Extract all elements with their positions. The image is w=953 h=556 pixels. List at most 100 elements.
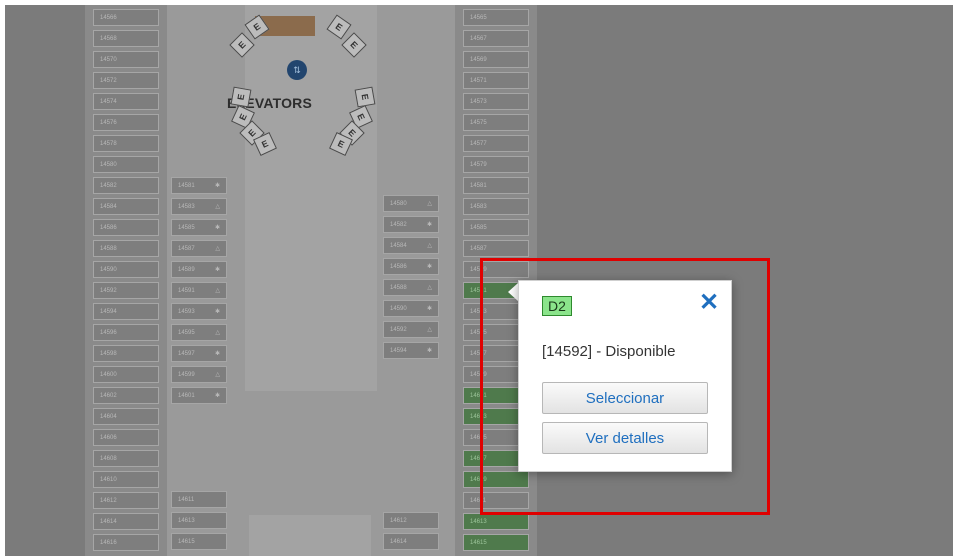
parking-stall[interactable]: 14592 <box>93 282 159 299</box>
parking-stall[interactable]: 14582 ✱ <box>383 216 439 233</box>
parking-stall[interactable]: 14610 <box>93 471 159 488</box>
stall-number: 14600 <box>100 371 117 378</box>
parking-stall[interactable]: 14600 <box>93 366 159 383</box>
parking-stall[interactable]: 14592 △ <box>383 321 439 338</box>
parking-stall[interactable]: 14595 △ <box>171 324 227 341</box>
parking-stall[interactable]: 14590 <box>93 261 159 278</box>
parking-stall[interactable]: 14565 <box>463 9 529 26</box>
parking-stall[interactable]: 14585 <box>463 219 529 236</box>
parking-stall[interactable]: 14604 <box>93 408 159 425</box>
parking-stall[interactable]: 14613 <box>463 513 529 530</box>
stall-type-icon: △ <box>427 243 432 249</box>
stall-type-icon: △ <box>427 327 432 333</box>
parking-stall[interactable]: 14598 <box>93 345 159 362</box>
parking-stall[interactable]: 14581 <box>463 177 529 194</box>
stall-number: 14573 <box>470 98 487 105</box>
parking-stall[interactable]: 14594 ✱ <box>383 342 439 359</box>
parking-stall[interactable]: 14574 <box>93 93 159 110</box>
stall-type-icon: ✱ <box>214 351 220 357</box>
stall-number: 14593 <box>178 308 195 315</box>
parking-stall[interactable]: 14573 <box>463 93 529 110</box>
parking-stall[interactable]: 14582 <box>93 177 159 194</box>
parking-stall[interactable]: 14613 <box>171 512 227 529</box>
parking-stall[interactable]: 14581 ✱ <box>171 177 227 194</box>
parking-stall[interactable]: 14615 <box>463 534 529 551</box>
parking-stall[interactable]: 14579 <box>463 156 529 173</box>
select-button[interactable]: Seleccionar <box>542 382 708 414</box>
parking-stall[interactable]: 14597 ✱ <box>171 345 227 362</box>
stall-type-icon: △ <box>215 372 220 378</box>
parking-stall[interactable]: 14612 <box>383 512 439 529</box>
parking-stall[interactable]: 14602 <box>93 387 159 404</box>
details-button[interactable]: Ver detalles <box>542 422 708 454</box>
parking-stall[interactable]: 14568 <box>93 30 159 47</box>
stall-number: 14579 <box>470 161 487 168</box>
parking-stall[interactable]: 14575 <box>463 114 529 131</box>
stall-number: 14580 <box>390 200 407 207</box>
parking-stall[interactable]: 14611 <box>171 491 227 508</box>
stall-type-icon: ✱ <box>214 225 220 231</box>
parking-stall[interactable]: 14588 <box>93 240 159 257</box>
parking-stall[interactable]: 14593 ✱ <box>171 303 227 320</box>
parking-stall[interactable]: 14570 <box>93 51 159 68</box>
parking-stall[interactable]: 14601 ✱ <box>171 387 227 404</box>
parking-stall[interactable]: 14567 <box>463 30 529 47</box>
stall-number: 14592 <box>390 326 407 333</box>
floor-map[interactable]: 14566 14568 14570 14572 14574 14576 14578 14580… <box>5 5 953 556</box>
parking-stall[interactable]: 14594 <box>93 303 159 320</box>
parking-stall[interactable]: 14585 ✱ <box>171 219 227 236</box>
stall-number: 14566 <box>100 14 117 21</box>
parking-stall[interactable]: 14588 △ <box>383 279 439 296</box>
stall-number: 14582 <box>100 182 117 189</box>
parking-stall[interactable]: 14596 <box>93 324 159 341</box>
stall-number: 14574 <box>100 98 117 105</box>
parking-stall[interactable]: 14584 <box>93 198 159 215</box>
elevator-e-icon[interactable]: E <box>230 86 252 108</box>
stall-number: 14569 <box>470 56 487 63</box>
stall-number: 14598 <box>100 350 117 357</box>
stall-number: 14597 <box>178 350 195 357</box>
parking-stall[interactable]: 14576 <box>93 114 159 131</box>
parking-stall[interactable]: 14566 <box>93 9 159 26</box>
stall-number: 14588 <box>390 284 407 291</box>
parking-stall[interactable]: 14616 <box>93 534 159 551</box>
parking-stall[interactable]: 14584 △ <box>383 237 439 254</box>
stall-number: 14588 <box>100 245 117 252</box>
stall-number: 14616 <box>100 539 117 546</box>
parking-stall[interactable]: 14612 <box>93 492 159 509</box>
parking-stall[interactable]: 14591 △ <box>171 282 227 299</box>
stall-number: 14565 <box>470 14 487 21</box>
left-stall-column: 14566 14568 14570 14572 14574 14576 14578 14580… <box>85 5 167 556</box>
parking-stall[interactable]: 14589 ✱ <box>171 261 227 278</box>
stall-number: 14567 <box>470 35 487 42</box>
parking-stall[interactable]: 14614 <box>383 533 439 550</box>
close-icon[interactable]: ✕ <box>697 291 721 315</box>
parking-stall[interactable]: 14580 △ <box>383 195 439 212</box>
stall-number: 14615 <box>178 538 195 545</box>
parking-stall[interactable]: 14606 <box>93 429 159 446</box>
parking-stall[interactable]: 14580 <box>93 156 159 173</box>
parking-stall[interactable]: 14615 <box>171 533 227 550</box>
stall-number: 14599 <box>178 371 195 378</box>
stall-type-icon: ✱ <box>214 183 220 189</box>
stall-type-icon: △ <box>215 246 220 252</box>
parking-stall[interactable]: 14569 <box>463 51 529 68</box>
parking-stall[interactable]: 14586 ✱ <box>383 258 439 275</box>
parking-stall[interactable]: 14587 △ <box>171 240 227 257</box>
parking-stall[interactable]: 14578 <box>93 135 159 152</box>
stall-number: 14583 <box>178 203 195 210</box>
parking-stall[interactable]: 14571 <box>463 72 529 89</box>
parking-stall[interactable]: 14577 <box>463 135 529 152</box>
stall-type-icon: ✱ <box>426 306 432 312</box>
parking-stall[interactable]: 14572 <box>93 72 159 89</box>
parking-stall[interactable]: 14590 ✱ <box>383 300 439 317</box>
parking-stall[interactable]: 14583 △ <box>171 198 227 215</box>
parking-stall[interactable]: 14614 <box>93 513 159 530</box>
parking-stall[interactable]: 14586 <box>93 219 159 236</box>
popup-pointer <box>508 283 518 301</box>
parking-stall[interactable]: 14587 <box>463 240 529 257</box>
parking-stall[interactable]: 14583 <box>463 198 529 215</box>
parking-stall[interactable]: 14599 △ <box>171 366 227 383</box>
parking-stall[interactable]: 14608 <box>93 450 159 467</box>
stall-number: 14572 <box>100 77 117 84</box>
